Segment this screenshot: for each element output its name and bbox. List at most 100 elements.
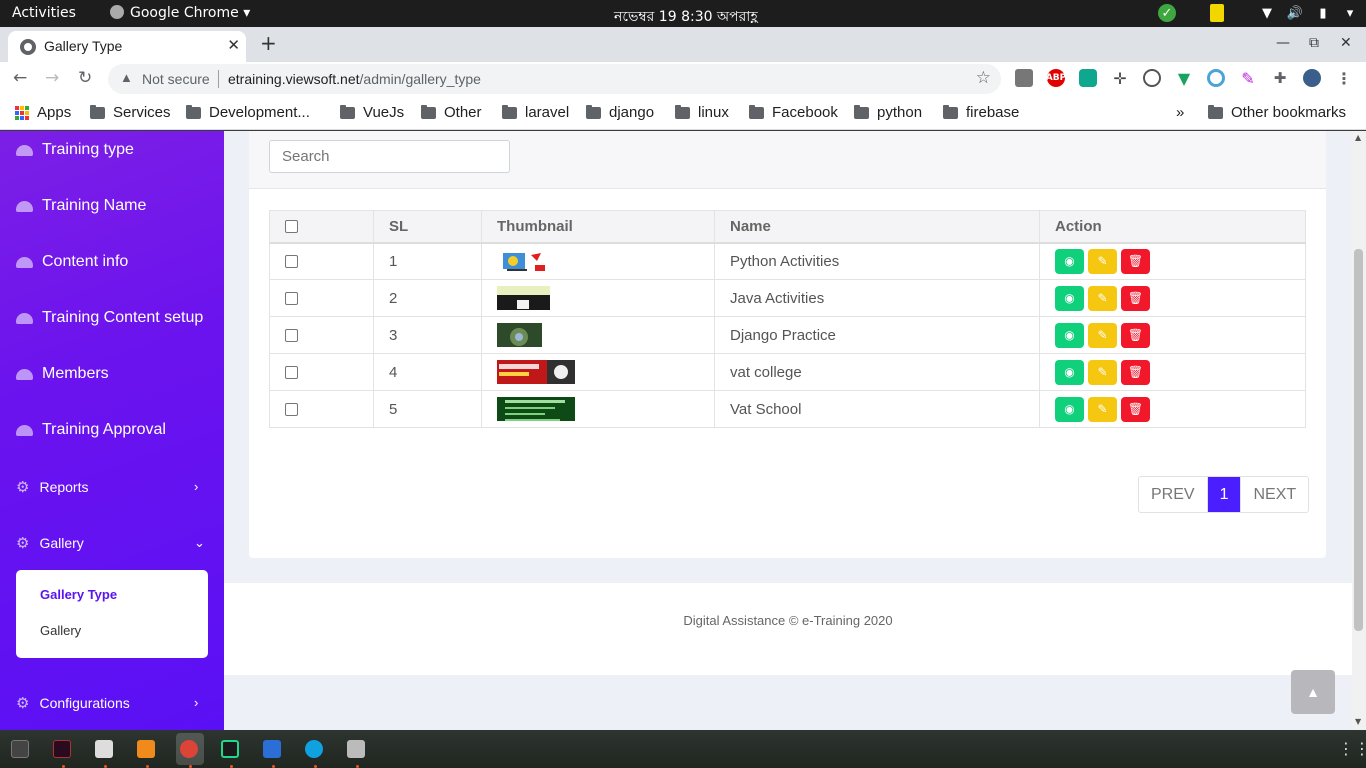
image-viewer-icon[interactable] <box>347 740 365 758</box>
forward-button[interactable]: → <box>45 68 59 88</box>
delete-button[interactable]: 🗑 <box>1121 322 1150 348</box>
bookmark-django[interactable]: django <box>586 104 654 121</box>
bookmark-linux[interactable]: linux <box>675 104 729 121</box>
edit-button[interactable]: ✎ <box>1088 285 1117 311</box>
bookmark-services[interactable]: Services <box>90 104 171 121</box>
files-icon[interactable] <box>95 740 113 758</box>
row-checkbox[interactable] <box>285 366 298 380</box>
bookmark-other[interactable]: Other <box>421 104 482 121</box>
bookmark-firebase[interactable]: firebase <box>943 104 1019 121</box>
camera-icon[interactable] <box>1015 69 1033 87</box>
text-editor-icon[interactable] <box>263 740 281 758</box>
view-button[interactable]: ◉ <box>1055 248 1084 274</box>
tab-gallery-type[interactable]: Gallery Type ✕ <box>8 31 246 62</box>
menu-icon[interactable]: ⋮ <box>1335 69 1353 88</box>
scroll-up-icon[interactable]: ▲ <box>1355 133 1361 142</box>
prev-page-button[interactable]: PREV <box>1139 477 1208 512</box>
row-name: Java Activities <box>714 279 1040 317</box>
shield-icon[interactable]: ✓ <box>1158 4 1176 22</box>
dev-icon[interactable] <box>1143 69 1161 87</box>
bookmark-star-icon[interactable]: ☆ <box>976 68 991 88</box>
row-checkbox[interactable] <box>285 255 298 269</box>
colorzilla-icon[interactable] <box>1207 69 1225 87</box>
bookmark-laravel[interactable]: laravel <box>502 104 569 121</box>
edit-button[interactable]: ✎ <box>1088 322 1117 348</box>
restore-button[interactable]: ⧉ <box>1309 35 1319 51</box>
submenu-item-gallery-type[interactable]: Gallery Type <box>40 587 117 602</box>
view-button[interactable]: ◉ <box>1055 322 1084 348</box>
sidebar-item-training-approval[interactable]: Training Approval <box>16 421 166 439</box>
chrome-icon[interactable] <box>180 740 198 758</box>
sidebar-item-training-type[interactable]: Training type <box>16 141 134 159</box>
view-button[interactable]: ◉ <box>1055 285 1084 311</box>
new-tab-button[interactable]: + <box>260 31 277 55</box>
address-bar[interactable]: ▲ Not secure etraining.viewsoft.net/admi… <box>108 64 1001 94</box>
next-page-button[interactable]: NEXT <box>1241 477 1308 512</box>
scroll-down-icon[interactable]: ▼ <box>1355 717 1361 726</box>
page-scrollbar[interactable]: ▲ ▼ <box>1352 131 1366 730</box>
delete-button[interactable]: 🗑 <box>1121 285 1150 311</box>
chevron-down-icon[interactable]: ▾ <box>1342 4 1358 22</box>
scrollbar-thumb[interactable] <box>1354 249 1363 631</box>
reload-button[interactable]: ↻ <box>78 68 92 88</box>
clock[interactable]: নভেম্বর 19 8:30 অপরাহ্ণ <box>614 5 758 29</box>
sidebar-item-configurations[interactable]: ⚙ Configurations <box>16 694 208 712</box>
battery-icon[interactable]: ▮ <box>1314 4 1332 22</box>
row-checkbox[interactable] <box>285 292 298 306</box>
sidebar-item-reports[interactable]: ⚙ Reports <box>16 478 208 496</box>
sidebar-item-members[interactable]: Members <box>16 365 109 383</box>
sidebar-item-gallery[interactable]: ⚙ Gallery <box>16 534 208 552</box>
back-button[interactable]: ← <box>13 68 27 88</box>
edit-button[interactable]: ✎ <box>1088 359 1117 385</box>
delete-button[interactable]: 🗑 <box>1121 359 1150 385</box>
vue-icon[interactable]: ▼ <box>1175 69 1193 88</box>
view-button[interactable]: ◉ <box>1055 359 1084 385</box>
row-checkbox[interactable] <box>285 329 298 343</box>
bookmark-python[interactable]: python <box>854 104 922 121</box>
activities-button[interactable]: Activities <box>12 5 76 21</box>
close-icon[interactable]: ✕ <box>227 36 240 54</box>
wifi-icon[interactable]: ▼ <box>1258 4 1276 22</box>
sidebar-item-content-info[interactable]: Content info <box>16 253 128 271</box>
close-window-button[interactable]: ✕ <box>1340 35 1352 51</box>
scroll-to-top-button[interactable]: ▲ <box>1291 670 1335 714</box>
sidebar-item-training-content-setup[interactable]: Training Content setup <box>16 309 203 327</box>
dashboard-icon <box>16 144 33 156</box>
terminal-icon[interactable] <box>11 740 29 758</box>
view-button[interactable]: ◉ <box>1055 396 1084 422</box>
sublime-icon[interactable] <box>137 740 155 758</box>
mail-icon[interactable] <box>1079 69 1097 87</box>
bookmark-vuejs[interactable]: VueJs <box>340 104 404 121</box>
page-1-button[interactable]: 1 <box>1207 477 1242 512</box>
edit-button[interactable]: ✎ <box>1088 248 1117 274</box>
edit-button[interactable]: ✎ <box>1088 396 1117 422</box>
delete-button[interactable]: 🗑 <box>1121 396 1150 422</box>
move-icon[interactable]: ✛ <box>1111 69 1129 88</box>
app-grid-icon[interactable]: ⋮⋮ <box>1338 739 1366 758</box>
avatar[interactable] <box>1303 69 1321 87</box>
bookmark-facebook[interactable]: Facebook <box>749 104 838 121</box>
terminal-app-icon[interactable] <box>53 740 71 758</box>
pen-icon[interactable]: ✎ <box>1239 69 1257 88</box>
footer-text: Digital Assistance © e-Training 2020 <box>683 613 893 628</box>
adblock-icon[interactable]: ABP <box>1046 69 1066 87</box>
submenu-item-gallery[interactable]: Gallery <box>40 623 81 638</box>
minimize-button[interactable]: — <box>1276 35 1290 51</box>
app-menu[interactable]: Google Chrome ▾ <box>110 5 250 21</box>
notes-icon[interactable] <box>1210 4 1224 22</box>
select-all-checkbox[interactable] <box>285 220 298 234</box>
pycharm-icon[interactable] <box>221 740 239 758</box>
extensions-icon[interactable]: ✚ <box>1271 69 1289 87</box>
security-label[interactable]: Not secure <box>142 71 210 87</box>
sidebar-item-training-name[interactable]: Training Name <box>16 197 146 215</box>
row-checkbox[interactable] <box>285 403 298 417</box>
bookmark-other-bookmarks[interactable]: Other bookmarks <box>1208 104 1346 121</box>
url-text[interactable]: etraining.viewsoft.net/admin/gallery_typ… <box>228 71 481 87</box>
search-input[interactable] <box>269 140 510 173</box>
volume-icon[interactable]: 🔊 <box>1286 4 1304 22</box>
bookmark-development[interactable]: Development... <box>186 104 310 121</box>
bookmark-apps[interactable]: Apps <box>15 104 71 121</box>
skype-icon[interactable] <box>305 740 323 758</box>
bookmarks-overflow-button[interactable]: » <box>1176 104 1184 121</box>
delete-button[interactable]: 🗑 <box>1121 248 1150 274</box>
